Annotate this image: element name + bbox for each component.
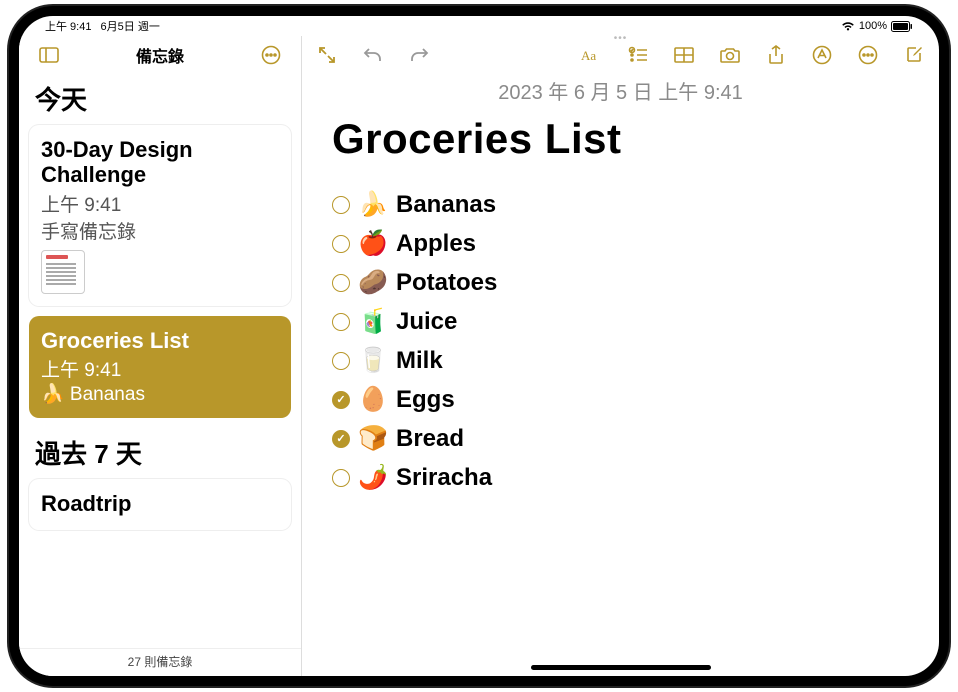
sidebar-toolbar: 備忘錄 xyxy=(19,36,301,74)
item-emoji-icon: 🥚 xyxy=(358,388,388,412)
item-emoji-icon: 🍞 xyxy=(358,427,388,451)
note-date: 2023 年 6 月 5 日 上午 9:41 xyxy=(302,74,939,111)
checkbox[interactable] xyxy=(332,469,350,487)
checklist-item[interactable]: 🍌 Bananas xyxy=(332,193,909,217)
markup-button[interactable] xyxy=(811,44,833,66)
checklist-item[interactable]: 🌶️ Sriracha xyxy=(332,466,909,490)
item-label: Juice xyxy=(396,310,457,334)
item-emoji-icon: 🧃 xyxy=(358,310,388,334)
checklist-item[interactable]: 🧃 Juice xyxy=(332,310,909,334)
note-item-title: 30-Day Design Challenge xyxy=(41,137,279,188)
note-list-item[interactable]: Groceries List上午 9:41🍌 Bananas xyxy=(29,316,291,418)
checkbox[interactable] xyxy=(332,391,350,409)
item-emoji-icon: 🍌 xyxy=(358,193,388,217)
status-bar: 上午 9:41 6月5日 週一 100% xyxy=(19,16,939,36)
checklist-item[interactable]: 🍞 Bread xyxy=(332,427,909,451)
undo-button[interactable] xyxy=(362,44,384,66)
status-time: 上午 9:41 xyxy=(45,21,91,33)
svg-text:Aa: Aa xyxy=(581,48,596,63)
note-list-item[interactable]: 30-Day Design Challenge上午 9:41手寫備忘錄 xyxy=(29,125,291,306)
checkbox[interactable] xyxy=(332,352,350,370)
screen: 上午 9:41 6月5日 週一 100% 備忘錄 xyxy=(19,16,939,676)
item-label: Bananas xyxy=(396,193,496,217)
sidebar-title: 備忘錄 xyxy=(63,43,257,67)
sidebar-toggle-button[interactable] xyxy=(35,41,63,69)
battery-pct: 100% xyxy=(859,20,887,32)
more-button[interactable] xyxy=(857,44,879,66)
notes-sidebar: 備忘錄 今天30-Day Design Challenge上午 9:41手寫備忘… xyxy=(19,36,302,676)
note-item-preview: 手寫備忘錄 xyxy=(41,217,279,244)
sidebar-more-button[interactable] xyxy=(257,41,285,69)
item-label: Potatoes xyxy=(396,271,497,295)
checkbox[interactable] xyxy=(332,313,350,331)
checkbox[interactable] xyxy=(332,274,350,292)
checkbox[interactable] xyxy=(332,196,350,214)
camera-button[interactable] xyxy=(719,44,741,66)
item-emoji-icon: 🥔 xyxy=(358,271,388,295)
checklist-button[interactable] xyxy=(627,44,649,66)
item-label: Milk xyxy=(396,349,443,373)
multitask-dots-icon[interactable]: ••• xyxy=(611,36,631,37)
checklist-item[interactable]: 🥚 Eggs xyxy=(332,388,909,412)
status-date: 6月5日 週一 xyxy=(101,21,160,33)
item-emoji-icon: 🥛 xyxy=(358,349,388,373)
item-label: Apples xyxy=(396,232,476,256)
note-item-title: Roadtrip xyxy=(41,491,279,516)
section-header: 過去 7 天 xyxy=(25,428,295,475)
share-button[interactable] xyxy=(765,44,787,66)
item-label: Sriracha xyxy=(396,466,492,490)
note-title[interactable]: Groceries List xyxy=(332,115,909,163)
item-label: Eggs xyxy=(396,388,455,412)
ipad-frame: 上午 9:41 6月5日 週一 100% 備忘錄 xyxy=(9,6,949,686)
checklist-item[interactable]: 🥔 Potatoes xyxy=(332,271,909,295)
item-label: Bread xyxy=(396,427,464,451)
note-item-preview: 🍌 Bananas xyxy=(41,382,279,406)
note-item-time: 上午 9:41 xyxy=(41,355,279,382)
compose-button[interactable] xyxy=(903,44,925,66)
wifi-icon xyxy=(841,20,855,32)
item-emoji-icon: 🍎 xyxy=(358,232,388,256)
format-button[interactable]: Aa xyxy=(581,44,603,66)
checkbox[interactable] xyxy=(332,235,350,253)
table-button[interactable] xyxy=(673,44,695,66)
fullscreen-button[interactable] xyxy=(316,44,338,66)
note-item-time: 上午 9:41 xyxy=(41,190,279,217)
checklist-item[interactable]: 🍎 Apples xyxy=(332,232,909,256)
checklist[interactable]: 🍌 Bananas 🍎 Apples 🥔 Potatoes 🧃 Juice 🥛 Milk 🥚 Eggs… xyxy=(332,193,909,490)
sidebar-footer: 27 則備忘錄 xyxy=(19,648,301,676)
item-emoji-icon: 🌶️ xyxy=(358,466,388,490)
note-editor: ••• xyxy=(302,36,939,676)
section-header: 今天 xyxy=(25,74,295,121)
checkbox[interactable] xyxy=(332,430,350,448)
sidebar-body[interactable]: 今天30-Day Design Challenge上午 9:41手寫備忘錄Gro… xyxy=(19,74,301,648)
battery-icon xyxy=(891,20,913,32)
note-list-item[interactable]: Roadtrip xyxy=(29,479,291,530)
checklist-item[interactable]: 🥛 Milk xyxy=(332,349,909,373)
redo-button[interactable] xyxy=(408,44,430,66)
note-thumbnail xyxy=(41,250,85,294)
home-indicator[interactable] xyxy=(531,665,711,670)
note-item-title: Groceries List xyxy=(41,328,279,353)
editor-body[interactable]: Groceries List 🍌 Bananas 🍎 Apples 🥔 Potatoes 🧃… xyxy=(302,111,939,676)
